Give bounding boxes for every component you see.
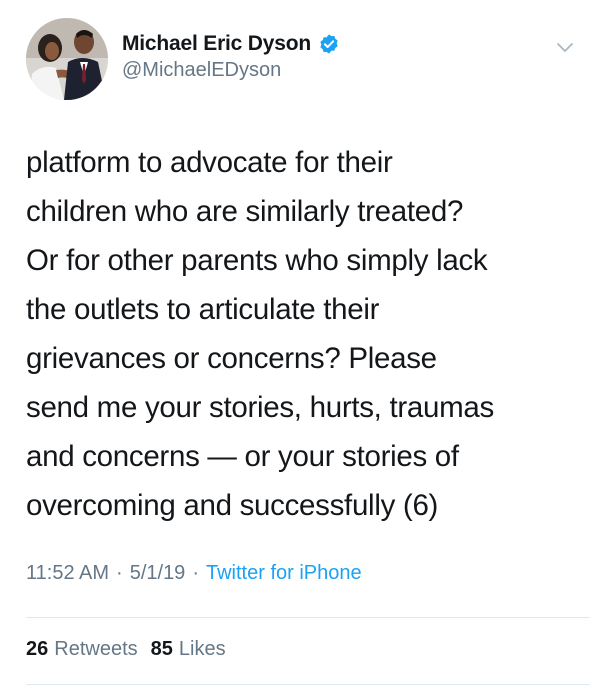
retweets-label[interactable]: Retweets [54,638,137,661]
tweet-meta: 11:52 AM · 5/1/19 · Twitter for iPhone [26,562,362,585]
tweet-time[interactable]: 11:52 AM [26,562,109,585]
tweet-text-line: platform to advocate for their [26,146,393,179]
name-row: Michael Eric Dyson [122,30,340,58]
meta-separator: · [116,562,123,584]
profile-photo-icon [26,18,108,100]
retweets-count[interactable]: 26 [26,638,48,661]
tweet-text: platform to advocate for their children … [26,138,571,530]
likes-label[interactable]: Likes [179,638,226,661]
user-handle[interactable]: @MichaelEDyson [122,59,340,82]
tweet-text-line: send me your stories, hurts, traumas [26,391,494,424]
tweet-text-line: Or for other parents who simply lack [26,244,488,277]
tweet-text-line: the outlets to articulate their [26,293,380,326]
tweet-text-line: grievances or concerns? Please [26,342,437,375]
tweet-text-line: overcoming and successfully (6) [26,489,439,522]
tweet-stats: 26 Retweets 85 Likes [26,638,239,661]
tweet-text-line: children who are similarly treated? [26,195,464,228]
avatar[interactable] [26,18,108,100]
display-name[interactable]: Michael Eric Dyson [122,32,311,56]
tweet-date[interactable]: 5/1/19 [130,562,186,585]
tweet-source-link[interactable]: Twitter for iPhone [206,562,362,585]
divider [26,617,590,618]
tweet-header: Michael Eric Dyson @MichaelEDyson [26,18,576,100]
author-info: Michael Eric Dyson @MichaelEDyson [122,30,340,82]
likes-count[interactable]: 85 [151,638,173,661]
divider [26,684,590,685]
tweet-text-line: and concerns — or your stories of [26,440,459,473]
chevron-down-icon[interactable] [554,36,576,58]
tweet-card: Michael Eric Dyson @MichaelEDyson platfo… [0,0,590,689]
meta-separator: · [192,562,199,584]
verified-badge-icon [318,33,340,55]
